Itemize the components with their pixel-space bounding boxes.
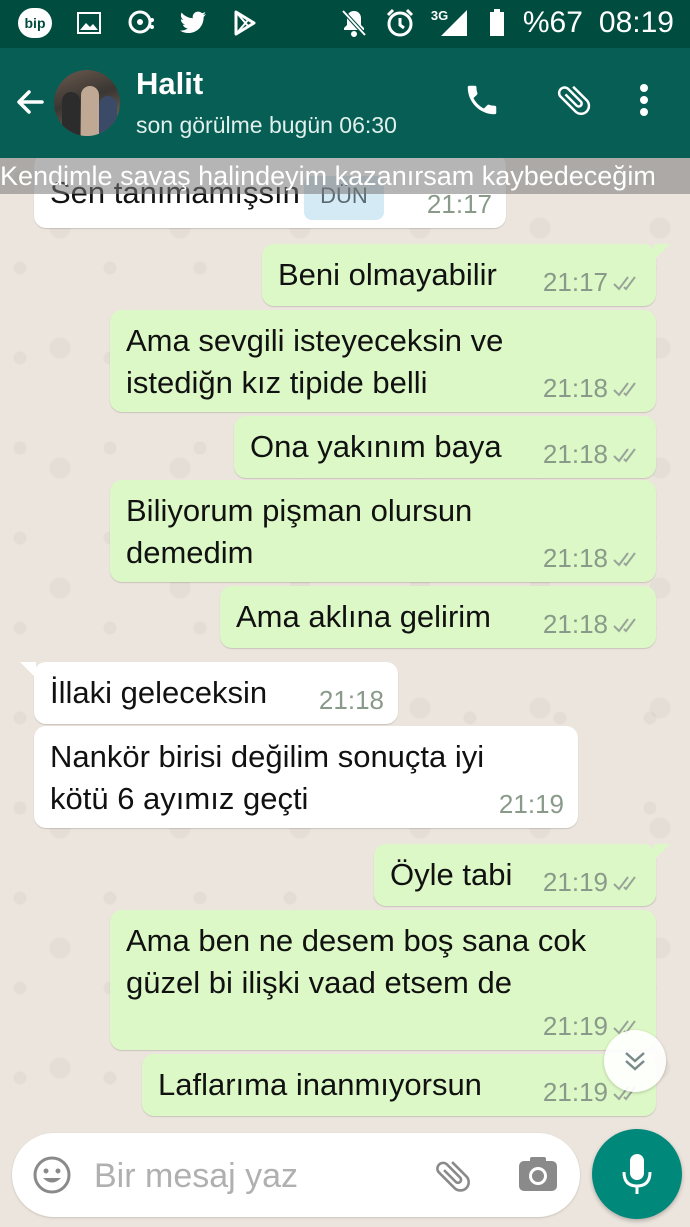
message-bubble-outgoing[interactable]: Ama ben ne desem boş sana cok güzel bi i…	[110, 910, 656, 1050]
read-receipt-icon	[613, 617, 636, 633]
microphone-icon	[622, 1154, 652, 1194]
call-button[interactable]	[462, 82, 502, 122]
camera-icon[interactable]	[516, 1153, 560, 1197]
message-bubble-outgoing[interactable]: Beni olmayabilir 21:17	[262, 244, 670, 306]
read-receipt-icon	[613, 551, 636, 567]
signal-3g-icon: 3G	[431, 8, 471, 38]
message-time: 21:18	[542, 609, 608, 639]
message-time: 21:19	[498, 789, 564, 819]
status-bar-notifications: bip	[18, 8, 260, 38]
alarm-icon	[385, 8, 415, 38]
network-type: 3G	[430, 8, 449, 23]
emoji-icon[interactable]	[32, 1155, 72, 1195]
message-text: Beni olmayabilir	[278, 257, 497, 292]
scroll-to-bottom-button[interactable]	[604, 1030, 666, 1092]
message-text: İllaki geleceksin	[50, 675, 268, 710]
contact-name[interactable]: Halit	[136, 66, 203, 102]
message-text: Nankör birisi değilim sonuçta iyi kötü 6…	[50, 739, 485, 816]
message-text: Ama sevgili isteyeceksin ve istediğn kız…	[126, 323, 504, 400]
read-receipt-icon	[613, 275, 636, 291]
overflow-menu-button[interactable]	[624, 82, 664, 122]
message-time: 21:17	[542, 267, 608, 297]
message-time: 21:19	[542, 867, 608, 897]
avatar[interactable]	[54, 70, 120, 136]
image-icon	[74, 8, 104, 38]
status-bar-system: 3G %67 08:19	[339, 6, 674, 40]
message-time: 21:19	[542, 1011, 608, 1041]
message-bubble-outgoing[interactable]: Laflarıma inanmıyorsun 21:19	[142, 1054, 656, 1116]
message-bubble-incoming[interactable]: İllaki geleceksin 21:18	[20, 662, 398, 724]
more-vertical-icon	[638, 82, 650, 123]
chevron-double-down-icon	[625, 1052, 645, 1071]
message-text: Ama ben ne desem boş sana cok güzel bi i…	[126, 923, 587, 1000]
message-bubble-outgoing[interactable]: Öyle tabi 21:19	[374, 844, 670, 906]
battery-percent: %67	[522, 6, 583, 39]
chat-bubble-icon	[126, 8, 156, 38]
last-seen-status: son görülme bugün 06:30	[136, 112, 397, 138]
message-text: Ona yakınım baya	[250, 429, 502, 464]
message-text: Laflarıma inanmıyorsun	[158, 1067, 482, 1102]
message-input[interactable]	[92, 1149, 416, 1203]
composer-bar	[0, 1127, 690, 1227]
read-receipt-icon	[613, 381, 636, 397]
message-time: 21:18	[318, 685, 384, 715]
message-bubble-outgoing[interactable]: Ama sevgili isteyeceksin ve istediğn kız…	[110, 310, 656, 412]
voice-message-button[interactable]	[592, 1129, 682, 1219]
twitter-icon	[178, 8, 208, 38]
message-bubble-outgoing[interactable]: Biliyorum pişman olursun demedim 21:18	[110, 480, 656, 582]
bip-label: bip	[24, 15, 46, 31]
paperclip-icon[interactable]	[432, 1155, 474, 1197]
message-time: 21:18	[542, 439, 608, 469]
paperclip-icon	[554, 80, 594, 125]
message-bubble-outgoing[interactable]: Ama aklına gelirim 21:18	[220, 586, 656, 648]
message-bubble-outgoing[interactable]: Ona yakınım baya 21:18	[234, 416, 656, 478]
status-bar: bip 3G %67 08:19	[0, 0, 690, 48]
battery-icon	[487, 8, 507, 38]
play-store-icon	[230, 8, 260, 38]
bip-app-icon: bip	[18, 8, 52, 38]
message-bubble-incoming[interactable]: Nankör birisi değilim sonuçta iyi kötü 6…	[34, 726, 578, 828]
read-receipt-icon	[613, 875, 636, 891]
message-time: 21:18	[542, 543, 608, 573]
chat-header: Halit son görülme bugün 06:30	[0, 48, 690, 158]
status-banner: Kendimle savaş halindeyim kazanırsam kay…	[0, 158, 690, 194]
message-text: Biliyorum pişman olursun demedim	[126, 493, 473, 570]
phone-icon	[463, 81, 501, 124]
notifications-off-icon	[339, 8, 369, 38]
composer-box	[12, 1133, 580, 1217]
message-text: Ama aklına gelirim	[236, 599, 491, 634]
message-list[interactable]: Kendimle savaş halindeyim kazanırsam kay…	[0, 158, 690, 1127]
attach-button[interactable]	[554, 82, 594, 122]
back-arrow-icon[interactable]	[12, 84, 48, 120]
clock: 08:19	[598, 6, 674, 39]
read-receipt-icon	[613, 447, 636, 463]
message-time: 21:19	[542, 1077, 608, 1107]
message-text: Öyle tabi	[390, 857, 513, 892]
message-time: 21:18	[542, 373, 608, 403]
